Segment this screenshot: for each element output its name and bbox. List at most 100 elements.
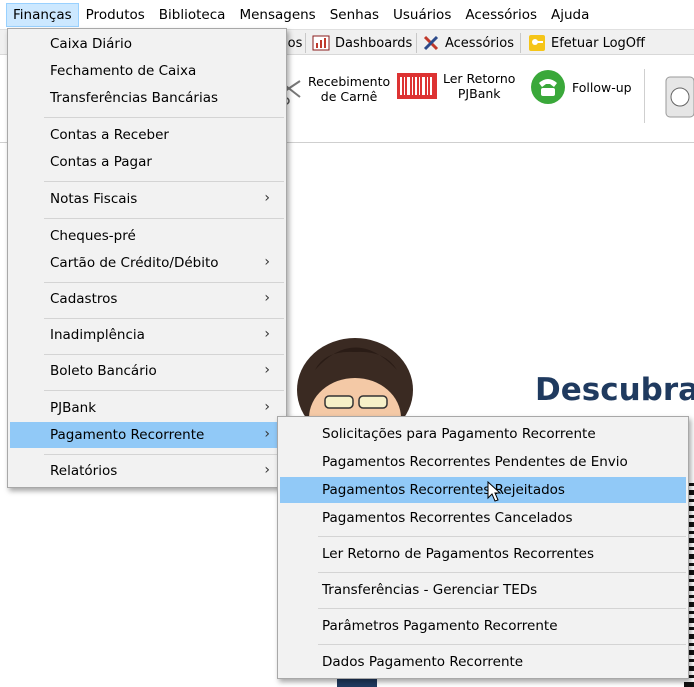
acessorios-quick-button[interactable]: Acessórios xyxy=(422,33,514,53)
submenu-item-label: Parâmetros Pagamento Recorrente xyxy=(322,618,558,634)
follow-up-label: Follow-up xyxy=(572,79,632,95)
pagamento-recorrente-submenu: Solicitações para Pagamento Recorrente P… xyxy=(277,416,689,679)
ler-retorno-label: Ler Retorno PJBank xyxy=(443,71,515,101)
menu-item-label: Boleto Bancário xyxy=(50,363,157,379)
menu-bar: Finanças Produtos Biblioteca Mensagens S… xyxy=(0,0,694,29)
menu-item-relatorios[interactable]: Relatórios › xyxy=(10,458,284,484)
submenu-item-label: Dados Pagamento Recorrente xyxy=(322,654,524,670)
tools-icon xyxy=(423,35,439,51)
menu-acessorios[interactable]: Acessórios xyxy=(458,3,544,27)
menu-separator xyxy=(44,282,284,283)
menu-mensagens[interactable]: Mensagens xyxy=(232,3,322,27)
menu-item-label: Fechamento de Caixa xyxy=(50,63,197,79)
submenu-item-rejeitados[interactable]: Pagamentos Recorrentes Rejeitados xyxy=(280,477,686,503)
menu-item-label: PJBank xyxy=(50,400,97,416)
menu-senhas[interactable]: Senhas xyxy=(323,3,386,27)
submenu-item-pendentes-envio[interactable]: Pagamentos Recorrentes Pendentes de Envi… xyxy=(280,449,686,475)
menu-item-cartao-credito-debito[interactable]: Cartão de Crédito/Débito › xyxy=(10,250,284,276)
chevron-right-icon: › xyxy=(264,462,270,478)
submenu-item-label: Transferências - Gerenciar TEDs xyxy=(322,582,538,598)
recebimento-carne-button[interactable]: Recebimento de Carnê xyxy=(280,69,390,109)
chevron-right-icon: › xyxy=(264,190,270,206)
menu-item-pjbank[interactable]: PJBank › xyxy=(10,395,284,421)
submenu-item-label: Pagamentos Recorrentes Pendentes de Envi… xyxy=(322,454,628,470)
menu-item-boleto-bancario[interactable]: Boleto Bancário › xyxy=(10,358,284,384)
menu-item-fechamento-caixa[interactable]: Fechamento de Caixa xyxy=(10,58,284,84)
clock-icon xyxy=(665,76,694,118)
app-window: Descubra s Finanças Produtos Biblioteca … xyxy=(0,0,694,687)
submenu-item-parametros[interactable]: Parâmetros Pagamento Recorrente xyxy=(280,613,686,639)
menu-separator xyxy=(44,181,284,182)
submenu-item-label: Solicitações para Pagamento Recorrente xyxy=(322,426,596,442)
phone-icon xyxy=(531,70,565,104)
menu-financas[interactable]: Finanças xyxy=(6,2,79,27)
menu-produtos[interactable]: Produtos xyxy=(79,3,152,27)
menu-item-label: Relatórios xyxy=(50,463,118,479)
submenu-separator xyxy=(318,536,686,537)
menu-item-label: Inadimplência xyxy=(50,327,145,343)
menu-item-label: Caixa Diário xyxy=(50,36,132,52)
menu-item-pagamento-recorrente[interactable]: Pagamento Recorrente › xyxy=(10,422,284,448)
promo-headline: Descubra xyxy=(535,372,694,408)
ler-retorno-pjbank-button[interactable]: Ler Retorno PJBank xyxy=(397,69,515,103)
chevron-right-icon: › xyxy=(264,254,270,270)
chevron-right-icon: › xyxy=(264,326,270,342)
chevron-right-icon: › xyxy=(264,290,270,306)
quickbar-divider xyxy=(416,33,417,53)
submenu-item-dados[interactable]: Dados Pagamento Recorrente xyxy=(280,649,686,675)
menu-item-contas-pagar[interactable]: Contas a Pagar xyxy=(10,149,284,175)
submenu-separator xyxy=(318,608,686,609)
toolbar-divider xyxy=(644,69,645,123)
menu-item-caixa-diario[interactable]: Caixa Diário xyxy=(10,31,284,57)
chevron-right-icon: › xyxy=(264,426,270,442)
menu-item-transferencias-bancarias[interactable]: Transferências Bancárias xyxy=(10,85,284,111)
quickbar-divider xyxy=(305,33,306,53)
menu-usuarios[interactable]: Usuários xyxy=(386,3,458,27)
chevron-right-icon: › xyxy=(264,399,270,415)
menu-item-contas-receber[interactable]: Contas a Receber xyxy=(10,122,284,148)
menu-item-label: Cadastros xyxy=(50,291,118,307)
submenu-separator xyxy=(318,572,686,573)
menu-separator xyxy=(44,354,284,355)
dashboards-button[interactable]: Dashboards xyxy=(312,33,412,53)
recebimento-carne-label: Recebimento de Carnê xyxy=(308,74,390,104)
menu-separator xyxy=(44,454,284,455)
submenu-item-label: Pagamentos Recorrentes Rejeitados xyxy=(322,482,565,498)
menu-separator xyxy=(44,390,284,391)
acessorios-quick-label: Acessórios xyxy=(445,35,514,51)
recebimento-line1: Recebimento xyxy=(308,74,391,89)
retorno-line2: PJBank xyxy=(457,86,501,101)
menu-item-label: Pagamento Recorrente xyxy=(50,427,205,443)
menu-item-label: Cartão de Crédito/Débito xyxy=(50,255,219,271)
quickbar-divider xyxy=(520,33,521,53)
dashboards-label: Dashboards xyxy=(335,35,413,51)
submenu-item-transferencias-teds[interactable]: Transferências - Gerenciar TEDs xyxy=(280,577,686,603)
mouse-cursor-icon xyxy=(487,481,501,502)
menu-item-label: Contas a Pagar xyxy=(50,154,152,170)
submenu-item-ler-retorno[interactable]: Ler Retorno de Pagamentos Recorrentes xyxy=(280,541,686,567)
submenu-item-cancelados[interactable]: Pagamentos Recorrentes Cancelados xyxy=(280,505,686,531)
financas-menu: Caixa Diário Fechamento de Caixa Transfe… xyxy=(7,28,287,488)
submenu-separator xyxy=(318,644,686,645)
key-icon xyxy=(529,35,545,51)
menu-item-cadastros[interactable]: Cadastros › xyxy=(10,286,284,312)
logoff-button[interactable]: Efetuar LogOff xyxy=(528,33,645,53)
chevron-right-icon: › xyxy=(264,362,270,378)
menu-item-notas-fiscais[interactable]: Notas Fiscais › xyxy=(10,186,284,212)
menu-separator xyxy=(44,318,284,319)
submenu-item-label: Pagamentos Recorrentes Cancelados xyxy=(322,510,573,526)
menu-item-label: Notas Fiscais xyxy=(50,191,138,207)
menu-item-cheques-pre[interactable]: Cheques-pré xyxy=(10,223,284,249)
follow-up-button[interactable]: Follow-up xyxy=(530,69,632,105)
logoff-label: Efetuar LogOff xyxy=(551,35,645,51)
menu-biblioteca[interactable]: Biblioteca xyxy=(152,3,233,27)
menu-item-inadimplencia[interactable]: Inadimplência › xyxy=(10,322,284,348)
menu-ajuda[interactable]: Ajuda xyxy=(544,3,596,27)
submenu-item-label: Ler Retorno de Pagamentos Recorrentes xyxy=(322,546,595,562)
submenu-item-solicitacoes[interactable]: Solicitações para Pagamento Recorrente xyxy=(280,421,686,447)
retorno-line1: Ler Retorno xyxy=(443,71,516,86)
menu-item-label: Contas a Receber xyxy=(50,127,169,143)
menu-separator xyxy=(44,117,284,118)
menu-separator xyxy=(44,218,284,219)
recebimento-line2: de Carnê xyxy=(320,89,378,104)
